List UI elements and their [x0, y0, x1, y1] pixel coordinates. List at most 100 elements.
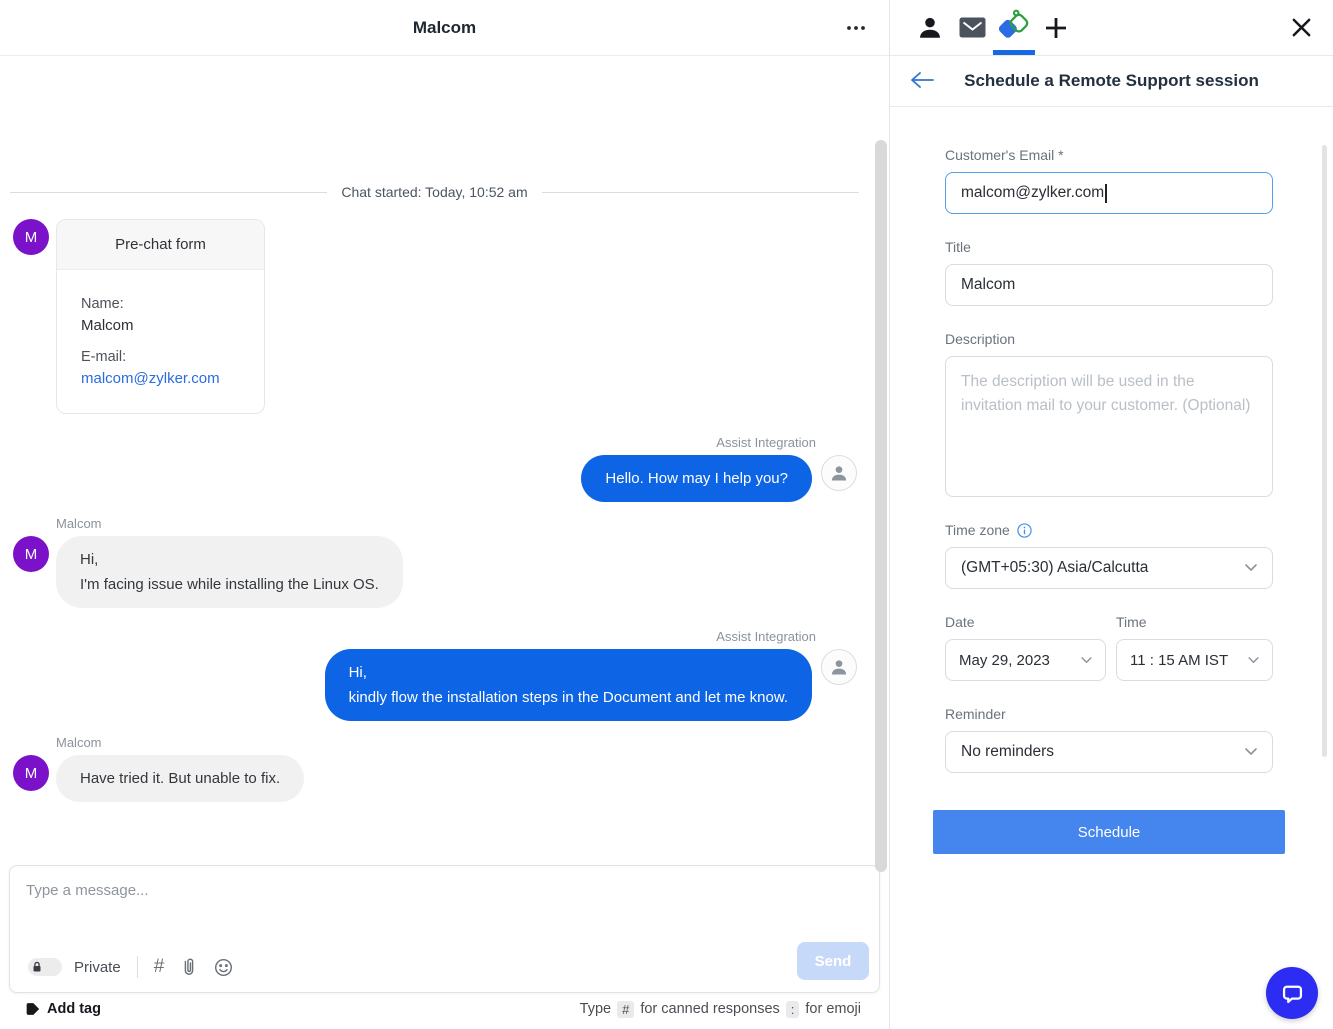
back-button[interactable]: [909, 68, 935, 92]
visitor-avatar: M: [13, 536, 49, 572]
back-arrow-icon: [911, 72, 934, 88]
customer-email-value: malcom@zylker.com: [961, 184, 1105, 201]
tab-add-integration[interactable]: [1036, 0, 1076, 55]
visitor-avatar: M: [13, 219, 49, 255]
mail-icon: [959, 17, 985, 38]
info-icon[interactable]: [1017, 522, 1032, 538]
chat-header: Malcom: [0, 0, 889, 56]
message-group: Malcom M Hi, I'm facing issue while inst…: [0, 516, 889, 608]
customer-email-field[interactable]: malcom@zylker.com: [945, 172, 1273, 214]
sender-label: Malcom: [56, 735, 102, 750]
timezone-label: Time zone: [945, 522, 1010, 538]
reminder-select[interactable]: No reminders: [945, 731, 1273, 773]
date-value: May 29, 2023: [959, 651, 1050, 669]
message-line: Hi,: [80, 551, 99, 568]
chat-message-area: Chat started: Today, 10:52 am M Pre-chat…: [0, 56, 889, 865]
title-field[interactable]: [945, 264, 1273, 306]
schedule-button[interactable]: Schedule: [933, 810, 1285, 854]
chat-bubble-icon: [1282, 985, 1302, 1003]
prechat-email-link[interactable]: malcom@zylker.com: [81, 370, 240, 387]
date-label: Date: [945, 614, 975, 630]
emoji-icon[interactable]: [214, 958, 233, 977]
integration-tabs: [890, 0, 1333, 56]
message-group: Assist Integration Hi, kindly flow the i…: [0, 629, 889, 721]
send-button[interactable]: Send: [797, 942, 869, 980]
description-field[interactable]: The description will be used in the invi…: [945, 356, 1273, 497]
chat-panel: Malcom Chat started: Today, 10:52 am M P…: [0, 0, 890, 1029]
agent-avatar-icon: [821, 649, 857, 685]
chat-started-text: Chat started: Today, 10:52 am: [341, 184, 528, 200]
hint-emoji: for emoji: [805, 1001, 861, 1017]
customer-email-label: Customer's Email *: [945, 147, 1064, 163]
sender-label: Assist Integration: [716, 629, 816, 644]
close-icon: [1292, 18, 1311, 37]
message-line: Hi,: [348, 664, 367, 681]
plus-icon: [1046, 17, 1066, 38]
time-label: Time: [1116, 614, 1147, 630]
schedule-header: Schedule a Remote Support session: [890, 56, 1333, 107]
message-group: Malcom M Have tried it. But unable to fi…: [0, 735, 889, 802]
tab-remote-assist[interactable]: [993, 0, 1035, 55]
reminder-value: No reminders: [961, 743, 1055, 760]
chevron-down-icon: [1245, 564, 1257, 572]
date-select[interactable]: May 29, 2023: [945, 639, 1106, 681]
prechat-name-label: Name:: [81, 296, 124, 312]
composer-hint: Type # for canned responses : for emoji: [579, 1000, 861, 1018]
message-input[interactable]: Type a message...: [10, 866, 879, 915]
prechat-form-row: M Pre-chat form Name: Malcom E-mail: mal…: [0, 219, 889, 414]
sender-label: Malcom: [56, 516, 102, 531]
attachment-icon[interactable]: [180, 957, 198, 977]
reminder-label: Reminder: [945, 706, 1006, 722]
app-window: Malcom Chat started: Today, 10:52 am M P…: [0, 0, 1333, 1029]
prechat-name-value: Malcom: [81, 317, 134, 334]
schedule-form: Customer's Email * malcom@zylker.com Tit…: [890, 107, 1333, 854]
title-label: Title: [945, 239, 971, 255]
chat-started-divider: Chat started: Today, 10:52 am: [10, 184, 860, 200]
chevron-down-icon: [1081, 656, 1092, 663]
panel-scrollbar[interactable]: [1322, 145, 1327, 757]
visitor-avatar: M: [13, 755, 49, 791]
prechat-email-label: E-mail:: [81, 349, 127, 365]
schedule-title: Schedule a Remote Support session: [964, 71, 1259, 90]
sender-label: Assist Integration: [716, 435, 816, 450]
contact-icon: [920, 17, 940, 38]
time-value: 11 : 15 AM IST: [1130, 651, 1229, 669]
message-line: I'm facing issue while installing the Li…: [80, 576, 379, 593]
more-options-icon[interactable]: [845, 25, 867, 31]
prechat-form-title: Pre-chat form: [57, 220, 264, 270]
add-tag-label: Add tag: [47, 1001, 101, 1017]
chat-widget-button[interactable]: [1266, 967, 1318, 1019]
add-tag-button[interactable]: Add tag: [25, 1001, 101, 1017]
time-select[interactable]: 11 : 15 AM IST: [1116, 639, 1273, 681]
private-toggle[interactable]: [28, 958, 62, 976]
tag-icon: [26, 1003, 40, 1015]
toolbar-divider: [136, 956, 138, 978]
close-panel-button[interactable]: [1290, 16, 1313, 39]
visitor-message-bubble: Have tried it. But unable to fix.: [56, 755, 305, 802]
visitor-message-bubble: Hi, I'm facing issue while installing th…: [56, 536, 403, 608]
chat-footer: Add tag Type # for canned responses : fo…: [0, 993, 889, 1029]
timezone-value: (GMT+05:30) Asia/Calcutta: [961, 559, 1149, 576]
message-group: Assist Integration Hello. How may I help…: [0, 435, 889, 502]
hint-canned: for canned responses: [640, 1001, 780, 1017]
hint-type: Type: [579, 1001, 612, 1017]
agent-avatar-icon: [821, 455, 857, 491]
tab-mail[interactable]: [952, 0, 992, 55]
hash-key-badge: #: [617, 1000, 635, 1018]
private-label: Private: [74, 958, 121, 976]
chevron-down-icon: [1248, 656, 1259, 663]
colon-key-badge: :: [785, 1000, 800, 1018]
tab-contact[interactable]: [910, 0, 950, 55]
message-line: Have tried it. But unable to fix.: [80, 770, 281, 787]
chat-scrollbar[interactable]: [875, 140, 887, 872]
agent-message-bubble: Hi, kindly flow the installation steps i…: [324, 649, 812, 721]
assist-logo-icon: [998, 9, 1028, 38]
message-composer: Type a message... Private # Send: [9, 865, 880, 993]
canned-response-icon[interactable]: #: [154, 956, 165, 978]
schedule-panel: Schedule a Remote Support session Custom…: [890, 0, 1333, 1029]
divider-line: [541, 191, 860, 193]
text-caret: [1105, 183, 1107, 203]
message-line: Hello. How may I help you?: [605, 470, 788, 487]
timezone-select[interactable]: (GMT+05:30) Asia/Calcutta: [945, 547, 1273, 589]
description-label: Description: [945, 331, 1016, 347]
